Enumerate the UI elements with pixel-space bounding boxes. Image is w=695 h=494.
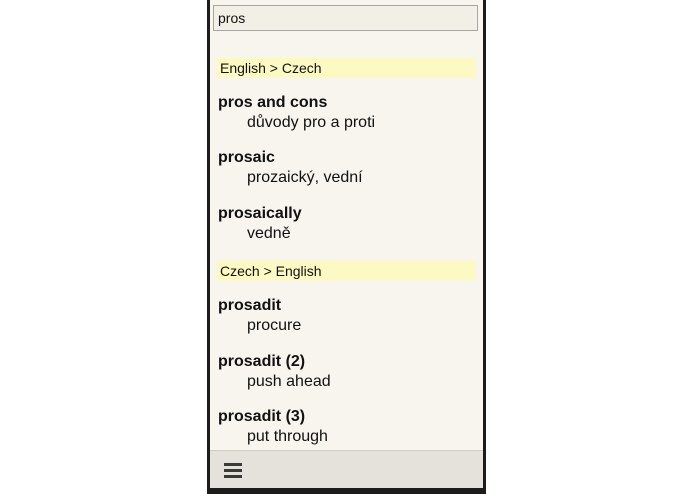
list-item[interactable]: prosadit (2) push ahead <box>218 352 476 392</box>
list-item[interactable]: pros and cons důvody pro a proti <box>218 93 476 133</box>
entry-translation: put through <box>247 428 328 445</box>
app-screen: English > Czech pros and cons důvody pro… <box>210 0 483 494</box>
entry-translation: prozaický, vední <box>247 169 363 186</box>
entry-translation: vedně <box>247 225 291 242</box>
search-input[interactable] <box>218 9 468 27</box>
entry-term: prosadit (3) <box>218 408 306 425</box>
entry-term: pros and cons <box>218 94 328 111</box>
bottom-toolbar <box>210 450 483 489</box>
section-header-czech-english: Czech > English <box>217 261 476 281</box>
list-item[interactable]: prosadit procure <box>218 296 476 336</box>
entry-term: prosaically <box>218 205 302 222</box>
screen-bottom-edge <box>210 488 483 494</box>
entry-term: prosaic <box>218 149 275 166</box>
list-item[interactable]: prosadit (3) put through <box>218 407 476 447</box>
section-header-english-czech: English > Czech <box>217 58 476 78</box>
entry-translation: push ahead <box>247 373 331 390</box>
list-item[interactable]: prosaic prozaický, vední <box>218 148 476 188</box>
entry-term: prosadit (2) <box>218 353 306 370</box>
entry-translation: důvody pro a proti <box>247 114 376 131</box>
device-frame: English > Czech pros and cons důvody pro… <box>207 0 486 494</box>
entry-term: prosadit <box>218 297 282 314</box>
menu-button[interactable] <box>218 457 246 483</box>
list-item[interactable]: prosaically vedně <box>218 204 476 244</box>
entry-translation: procure <box>247 317 302 334</box>
results-list: English > Czech pros and cons důvody pro… <box>210 40 483 448</box>
search-bar[interactable] <box>213 5 478 31</box>
